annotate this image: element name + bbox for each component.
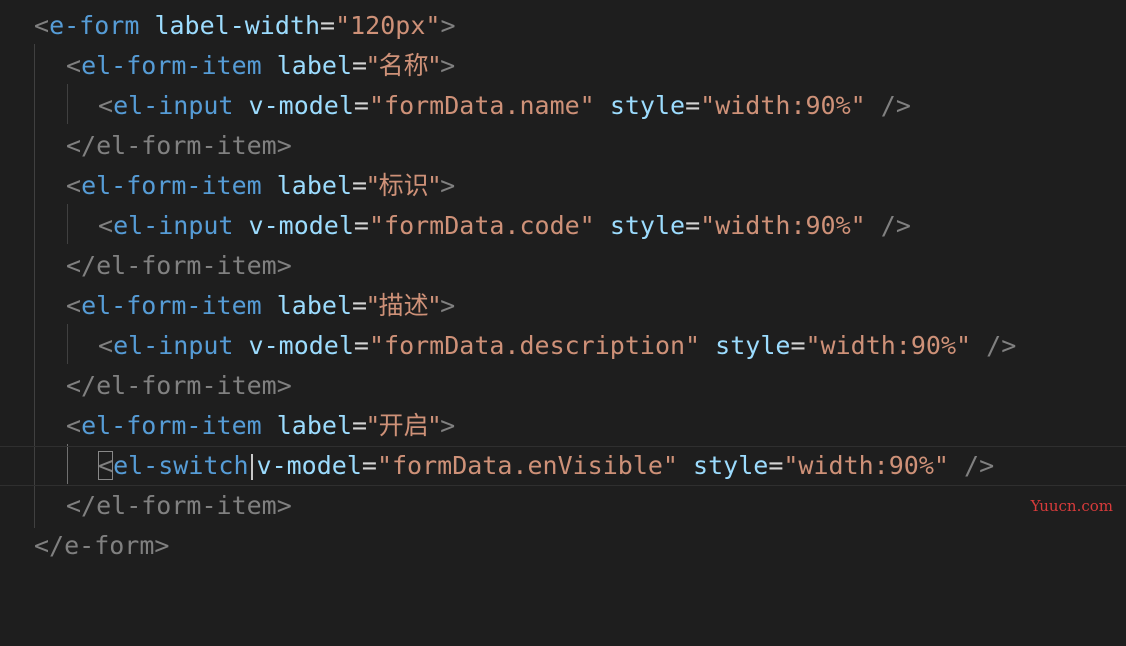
attribute-value: "formData.enVisible" (376, 451, 678, 480)
tag-name: e-form (49, 11, 140, 40)
attribute-value: "标识" (367, 171, 441, 200)
attribute-value: "width:90%" (805, 331, 972, 360)
code-line[interactable]: <el-form-item label="名称"> (0, 46, 1126, 86)
text-cursor (250, 454, 253, 480)
code-line[interactable]: <el-input v-model="formData.description"… (0, 326, 1126, 366)
code-line[interactable]: <el-form-item label="描述"> (0, 286, 1126, 326)
self-close: /> (964, 451, 995, 480)
attribute-value: "formData.description" (368, 331, 701, 360)
attribute-name: v-model (248, 331, 354, 360)
closing-tag: </el-form-item> (66, 491, 292, 520)
attribute-name: v-model (248, 91, 354, 120)
code-line[interactable]: </el-form-item> (0, 246, 1126, 286)
attribute-value: "名称" (367, 51, 441, 80)
tag-name: el-input (113, 211, 234, 240)
code-line[interactable]: </el-form-item> (0, 486, 1126, 526)
attribute-name: style (715, 331, 791, 360)
attribute-name: style (609, 211, 686, 240)
attribute-value: "开启" (367, 411, 441, 440)
open-bracket: < (34, 11, 50, 40)
closing-tag: </el-form-item> (66, 251, 292, 280)
tag-name: el-input (113, 91, 234, 120)
code-line[interactable]: </el-form-item> (0, 126, 1126, 166)
code-line[interactable]: <el-form-item label="标识"> (0, 166, 1126, 206)
tag-name: el-form-item (81, 411, 262, 440)
attribute-name: label (276, 51, 353, 80)
code-line[interactable]: <e-form label-width="120px"> (0, 6, 1126, 46)
attribute-name: style (609, 91, 686, 120)
attribute-name: label-width (154, 11, 321, 40)
attribute-name: v-model (256, 451, 362, 480)
closing-tag: </e-form> (34, 531, 170, 560)
code-line[interactable]: </el-form-item> (0, 366, 1126, 406)
attribute-value: "width:90%" (700, 211, 866, 240)
attribute-name: label (276, 171, 353, 200)
tag-name: el-form-item (81, 171, 262, 200)
attribute-value: "width:90%" (783, 451, 949, 480)
attribute-name: v-model (248, 211, 354, 240)
code-editor[interactable]: <e-form label-width="120px"> <el-form-it… (0, 0, 1126, 562)
close-bracket: > (440, 11, 456, 40)
attribute-value: "描述" (367, 291, 441, 320)
attribute-value: "formData.code" (368, 211, 595, 240)
code-line[interactable]: <el-form-item label="开启"> (0, 406, 1126, 446)
closing-tag: </el-form-item> (66, 131, 292, 160)
code-line[interactable]: <el-input v-model="formData.code" style=… (0, 206, 1126, 246)
attribute-name: label (276, 291, 353, 320)
tag-name: el-switch (113, 451, 249, 480)
attribute-name: label (276, 411, 353, 440)
self-close: /> (986, 331, 1017, 360)
tag-name: el-form-item (81, 51, 262, 80)
attribute-value: "width:90%" (700, 91, 866, 120)
attribute-value: "120px" (335, 11, 441, 40)
watermark: Yuucn.com (1030, 497, 1113, 515)
closing-tag: </el-form-item> (66, 371, 292, 400)
attribute-value: "formData.name" (368, 91, 595, 120)
tag-name: el-form-item (81, 291, 262, 320)
self-close: /> (880, 211, 911, 240)
attribute-name: style (693, 451, 769, 480)
current-code-line[interactable]: <el-switch v-model="formData.enVisible" s… (0, 446, 1126, 486)
bracket-match-open: < (98, 451, 114, 480)
tag-name: el-input (113, 331, 234, 360)
code-line[interactable]: </e-form> (0, 526, 1126, 566)
self-close: /> (880, 91, 911, 120)
code-line[interactable]: <el-input v-model="formData.name" style=… (0, 86, 1126, 126)
